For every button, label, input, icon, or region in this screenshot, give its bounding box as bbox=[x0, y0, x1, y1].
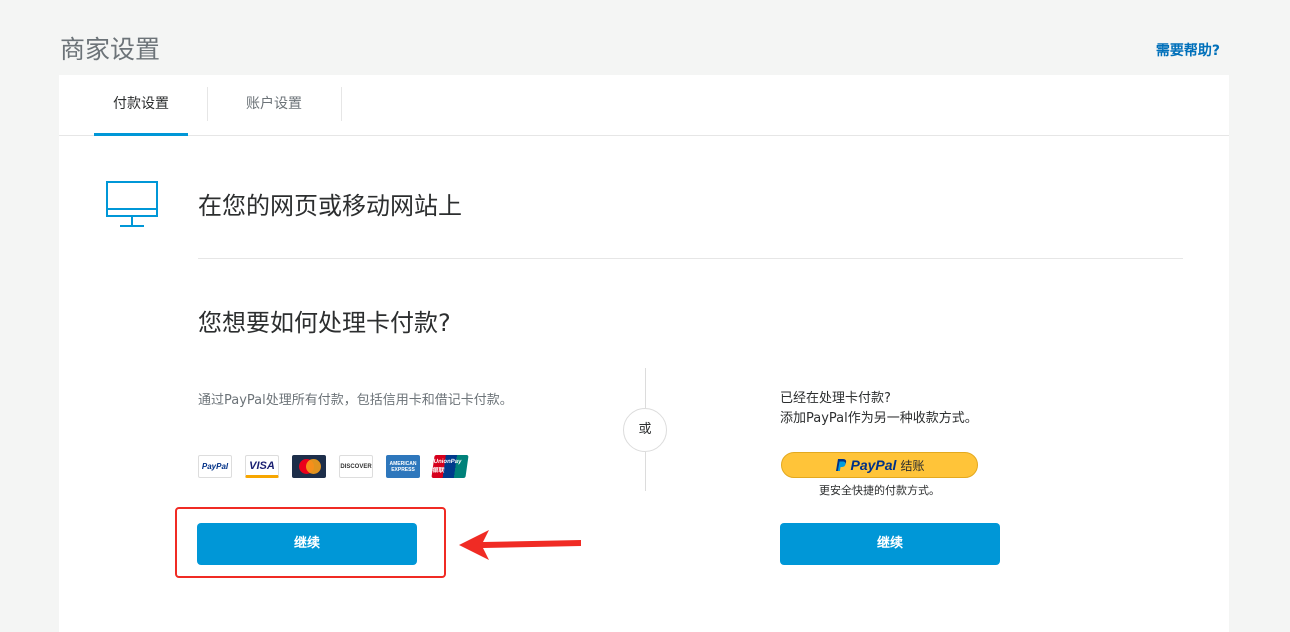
unionpay-card-icon: UnionPay 银联 bbox=[431, 455, 469, 478]
tab-account-settings[interactable]: 账户设置 bbox=[207, 75, 341, 136]
paypal-tagline: 更安全快捷的付款方式。 bbox=[819, 484, 940, 497]
left-option-description: 通过PayPal处理所有付款，包括信用卡和借记卡付款。 bbox=[198, 393, 513, 408]
amex-card-icon: AMERICAN EXPRESS bbox=[386, 455, 420, 478]
question-heading: 您想要如何处理卡付款? bbox=[198, 309, 451, 337]
vertical-divider-bottom bbox=[645, 452, 646, 491]
paypal-checkout-label: 结账 bbox=[900, 458, 925, 473]
paypal-p-icon bbox=[835, 459, 846, 471]
vertical-divider-top bbox=[645, 368, 646, 408]
tab-divider bbox=[341, 87, 342, 121]
paypal-brand: PayPal bbox=[850, 457, 897, 473]
annotation-arrow-icon bbox=[459, 530, 581, 560]
left-continue-button[interactable]: 继续 bbox=[197, 523, 417, 565]
paypal-checkout-button[interactable]: PayPal 结账 bbox=[781, 452, 978, 478]
tab-payment-settings[interactable]: 付款设置 bbox=[94, 75, 188, 136]
card-logos: PayPal VISA DISCOVER AMERICAN EXPRESS Un… bbox=[198, 455, 469, 478]
mastercard-card-icon bbox=[292, 455, 326, 478]
monitor-icon bbox=[106, 181, 160, 233]
divider-line bbox=[198, 258, 1183, 259]
section-title: 在您的网页或移动网站上 bbox=[198, 192, 462, 220]
settings-card: 付款设置 账户设置 在您的网页或移动网站上 您想要如何处理卡付款? 通过PayP… bbox=[59, 75, 1229, 632]
visa-card-icon: VISA bbox=[245, 455, 279, 478]
tab-bar: 付款设置 账户设置 bbox=[59, 75, 1229, 136]
right-description-line1: 已经在处理卡付款? bbox=[780, 391, 891, 406]
help-link[interactable]: 需要帮助? bbox=[1156, 40, 1220, 60]
or-divider: 或 bbox=[623, 408, 667, 452]
right-description-line2: 添加PayPal作为另一种收款方式。 bbox=[780, 411, 978, 426]
right-option-description: 已经在处理卡付款? 添加PayPal作为另一种收款方式。 bbox=[780, 389, 978, 429]
page-title: 商家设置 bbox=[60, 35, 161, 64]
paypal-card-icon: PayPal bbox=[198, 455, 232, 478]
discover-card-icon: DISCOVER bbox=[339, 455, 373, 478]
right-continue-button[interactable]: 继续 bbox=[780, 523, 1000, 565]
